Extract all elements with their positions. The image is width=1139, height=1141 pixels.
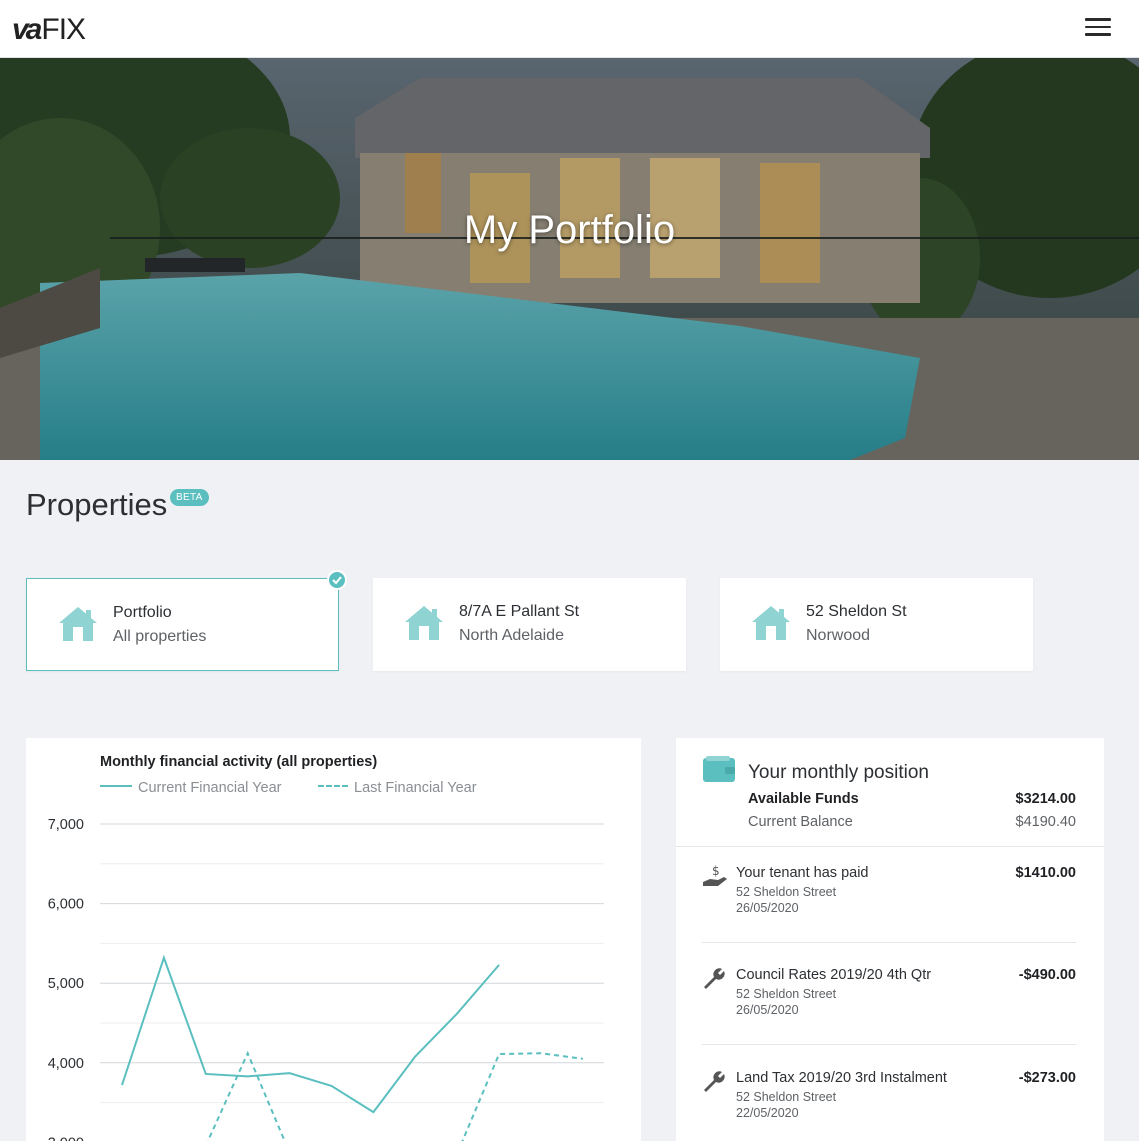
transaction-amount: $1410.00 [1015, 865, 1076, 881]
current-balance-value: $4190.40 [1015, 814, 1076, 830]
property-subtitle: All properties [113, 628, 207, 645]
house-icon [405, 606, 443, 640]
current-balance-label: Current Balance [748, 814, 853, 830]
transaction-address: 52 Sheldon Street [736, 1090, 837, 1104]
transaction-address: 52 Sheldon Street [736, 987, 837, 1001]
properties-heading: Properties [26, 487, 168, 522]
divider [702, 942, 1076, 943]
hero-banner: My Portfolio [0, 58, 1139, 460]
monthly-position-card: Your monthly position Available Funds $3… [676, 738, 1104, 1141]
property-subtitle: North Adelaide [459, 627, 564, 644]
property-card-sheldon[interactable]: 52 Sheldon St Norwood [720, 578, 1033, 671]
logo-fix: FIX [41, 13, 86, 46]
property-subtitle: Norwood [806, 627, 871, 644]
transaction-address: 52 Sheldon Street [736, 885, 837, 899]
financial-activity-chart: Monthly financial activity (all properti… [26, 738, 641, 1141]
hand-money-icon: $ [703, 865, 727, 886]
vafix-logo[interactable]: vaFIX [12, 13, 86, 47]
beta-badge: BETA [170, 489, 209, 506]
wrench-icon [704, 968, 725, 989]
transaction-date: 22/05/2020 [736, 1106, 799, 1120]
position-title: Your monthly position [748, 762, 929, 783]
property-name: 52 Sheldon St [806, 603, 907, 620]
page-title: My Portfolio [463, 208, 676, 252]
transaction-item[interactable]: Council Rates 2019/20 4th Qtr 52 Sheldon… [676, 967, 1104, 1047]
y-tick-label: 3,000 [48, 1135, 84, 1141]
transaction-date: 26/05/2020 [736, 1003, 799, 1017]
transaction-name: Your tenant has paid [736, 865, 869, 881]
available-funds-value: $3214.00 [1015, 791, 1076, 807]
y-tick-label: 5,000 [48, 976, 84, 992]
wrench-icon [704, 1071, 725, 1092]
logo-va: va [12, 13, 42, 46]
property-name: Portfolio [113, 604, 172, 621]
available-funds-label: Available Funds [748, 791, 859, 807]
y-tick-label: 6,000 [48, 897, 84, 913]
transaction-amount: -$490.00 [1018, 967, 1076, 983]
selected-check-icon [327, 570, 347, 590]
series-line-last [206, 1050, 584, 1141]
transaction-name: Land Tax 2019/20 3rd Instalment [736, 1070, 947, 1086]
y-tick-label: 4,000 [48, 1056, 84, 1072]
transaction-amount: -$273.00 [1018, 1070, 1076, 1086]
hero-pool-house-image [0, 58, 1139, 460]
divider [702, 1044, 1076, 1045]
property-card-portfolio[interactable]: Portfolio All properties [26, 570, 347, 671]
house-icon [59, 607, 97, 641]
series-line-current [121, 954, 500, 1114]
transaction-item[interactable]: $ Your tenant has paid 52 Sheldon Street… [676, 865, 1104, 945]
property-name: 8/7A E Pallant St [459, 603, 580, 620]
top-bar: vaFIX [0, 0, 1139, 58]
hamburger-menu-icon[interactable] [1085, 18, 1111, 38]
chart-plot-area: 7,000 6,000 5,000 4,000 3,000 [48, 817, 604, 1141]
svg-text:$: $ [712, 865, 720, 878]
transaction-date: 26/05/2020 [736, 901, 799, 915]
property-card-pallant[interactable]: 8/7A E Pallant St North Adelaide [373, 578, 686, 671]
transaction-item[interactable]: Land Tax 2019/20 3rd Instalment 52 Sheld… [676, 1070, 1104, 1141]
y-tick-label: 7,000 [48, 817, 84, 833]
wallet-icon [703, 756, 735, 782]
house-icon [752, 606, 790, 640]
divider [676, 846, 1104, 847]
transaction-name: Council Rates 2019/20 4th Qtr [736, 967, 932, 983]
